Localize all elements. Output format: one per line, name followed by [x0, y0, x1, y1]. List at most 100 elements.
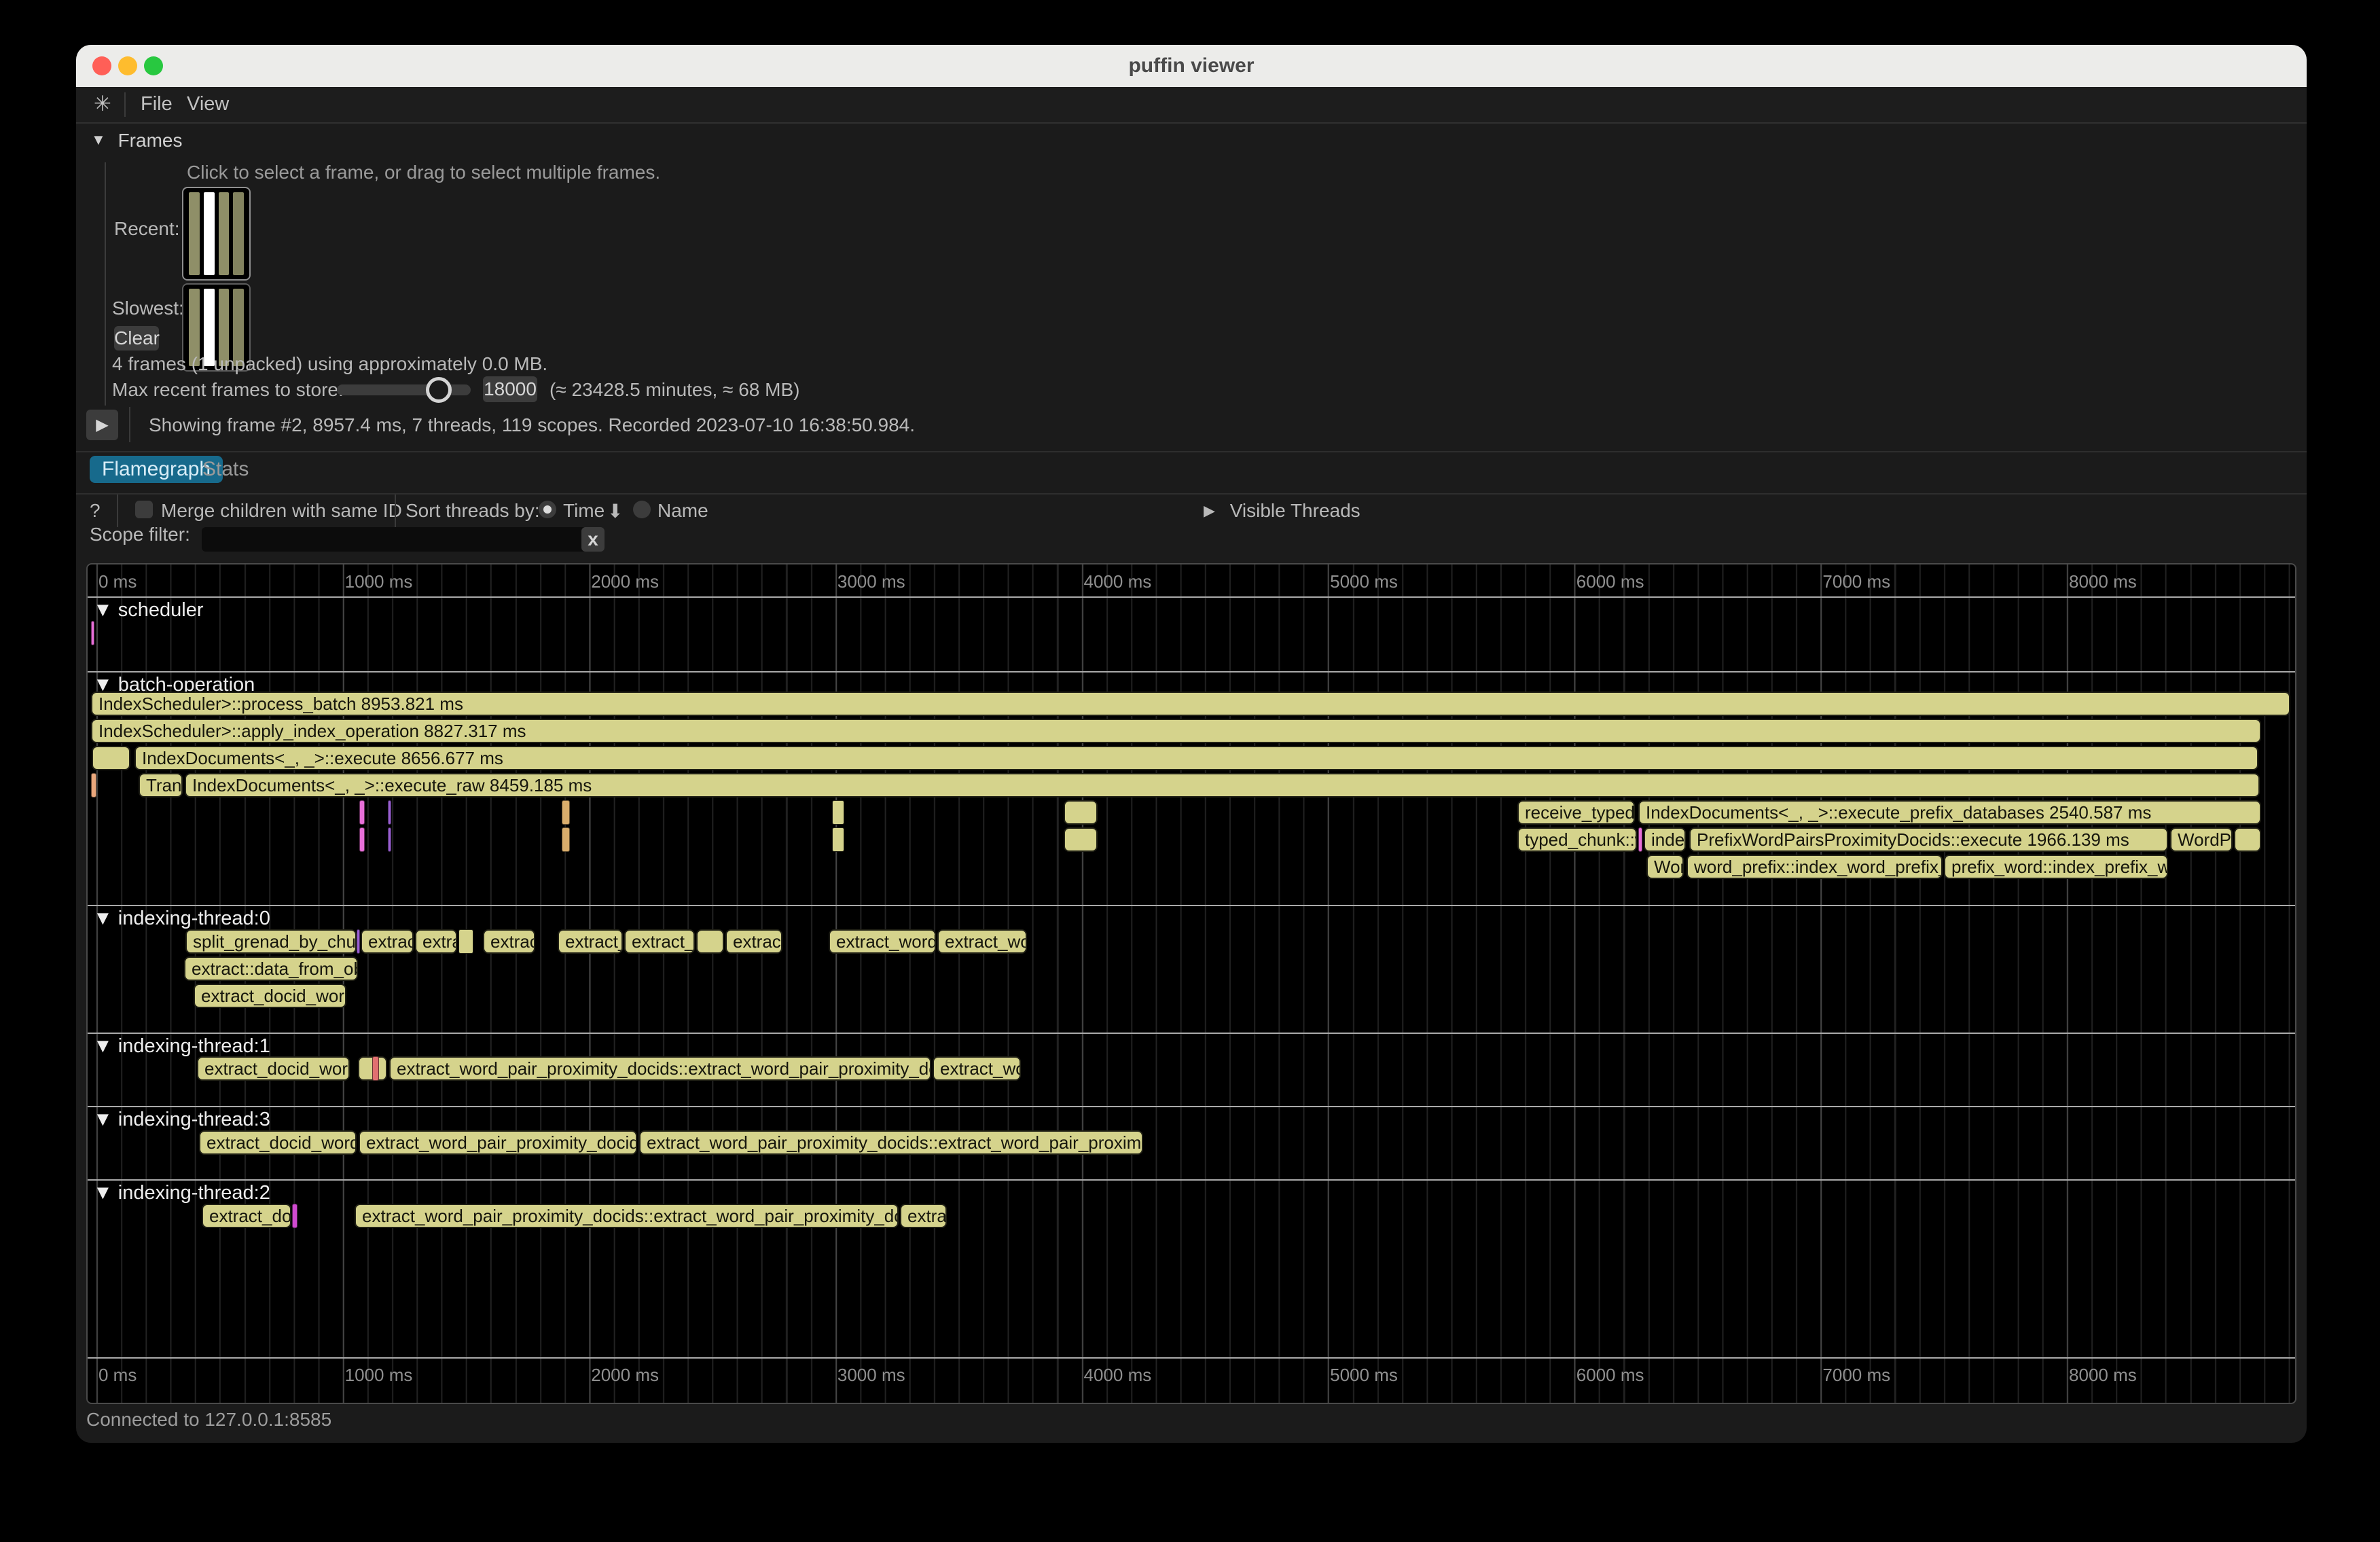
app-window: puffin viewer ✳ File View ▼ Frames Click… — [76, 45, 2307, 1443]
scope-bar[interactable]: extract_ — [624, 929, 695, 954]
scope-bar[interactable] — [357, 929, 360, 954]
tab-stats[interactable]: Stats — [190, 456, 261, 483]
menu-bar: ✳ File View — [76, 87, 2307, 124]
scope-bar[interactable]: extract_ — [558, 929, 623, 954]
scope-bar[interactable] — [1638, 827, 1642, 852]
scope-bar[interactable]: extract_word_pair_proximity_docids::extr… — [389, 1056, 931, 1081]
max-frames-estimate: (≈ 23428.5 minutes, ≈ 68 MB) — [549, 379, 799, 401]
frames-header[interactable]: ▼ Frames — [91, 130, 182, 151]
ruler-tick-label: 8000 ms — [2069, 1365, 2137, 1386]
scope-bar[interactable]: IndexDocuments<_, _>::execute_raw 8459.1… — [185, 773, 2260, 797]
scope-bar[interactable]: receive_typed_ — [1517, 800, 1635, 825]
frame-history-bar[interactable] — [189, 192, 200, 275]
scope-bar[interactable]: PrefixWordPairsProximityDocids::execute … — [1689, 827, 2168, 852]
scope-bar[interactable]: IndexDocuments<_, _>::execute 8656.677 m… — [134, 746, 2258, 770]
section-separator — [88, 596, 2295, 598]
scope-bar[interactable] — [562, 800, 570, 825]
frame-history-bar[interactable] — [233, 192, 244, 275]
scope-bar[interactable]: IndexDocuments<_, _>::execute_prefix_dat… — [1638, 800, 2261, 825]
ruler-tick-label: 7000 ms — [1822, 1365, 1890, 1386]
scope-bar[interactable]: extract_wo — [937, 929, 1027, 954]
scope-bar[interactable] — [696, 929, 724, 954]
sort-time-radio[interactable] — [539, 501, 556, 518]
ruler-tick-label: 0 ms — [98, 1365, 137, 1386]
flamegraph-canvas[interactable]: 0 ms0 ms1000 ms1000 ms2000 ms2000 ms3000… — [86, 563, 2296, 1404]
indent-line — [105, 162, 106, 406]
thread-header[interactable]: ▼ indexing-thread:0 — [93, 908, 270, 930]
ruler-tick-label: 7000 ms — [1822, 571, 1890, 592]
thread-header[interactable]: ▼ scheduler — [93, 599, 204, 622]
scope-bar[interactable]: extract_word_pair_proximity_docids::extr… — [639, 1130, 1143, 1155]
scope-bar[interactable] — [832, 827, 844, 852]
scope-bar[interactable]: prefix_word::index_prefix_wo — [1944, 855, 2168, 879]
scope-bar[interactable]: Word — [1646, 855, 1684, 879]
scope-bar[interactable] — [359, 800, 365, 825]
scope-bar[interactable] — [2234, 827, 2261, 852]
scope-bar[interactable]: Trans — [139, 773, 183, 797]
clear-button[interactable]: Clear — [114, 326, 159, 351]
ruler-tick-label: 2000 ms — [591, 1365, 659, 1386]
merge-children-checkbox[interactable] — [135, 501, 153, 518]
frame-history-bar[interactable] — [204, 192, 215, 275]
max-frames-label: Max recent frames to store: — [112, 379, 344, 401]
scope-bar[interactable]: split_grenad_by_chun — [185, 929, 357, 954]
scope-bar[interactable]: extract_docid_word — [194, 984, 346, 1008]
thread-header[interactable]: ▼ indexing-thread:2 — [93, 1182, 270, 1204]
thread-header[interactable]: ▼ indexing-thread:1 — [93, 1035, 270, 1058]
max-frames-value[interactable]: 18000 — [483, 376, 537, 402]
scope-bar[interactable] — [372, 1056, 379, 1081]
scope-bar[interactable]: extract_wo — [933, 1056, 1021, 1081]
scope-bar[interactable]: index — [1644, 827, 1686, 852]
visible-threads-label: Visible Threads — [1230, 500, 1360, 521]
sort-time-label: Time — [563, 500, 605, 522]
scope-bar[interactable]: extra — [415, 929, 457, 954]
scope-bar[interactable] — [292, 1204, 298, 1228]
slider-knob[interactable] — [426, 377, 452, 403]
scope-bar[interactable] — [388, 827, 391, 852]
scope-bar[interactable] — [91, 621, 94, 645]
scope-bar[interactable] — [388, 800, 391, 825]
scope-bar[interactable] — [92, 746, 130, 770]
scope-bar[interactable] — [359, 827, 365, 852]
menu-file[interactable]: File — [141, 87, 173, 121]
scope-bar[interactable] — [832, 800, 844, 825]
scope-bar[interactable] — [1064, 800, 1098, 825]
scope-bar[interactable] — [458, 929, 473, 954]
title-bar: puffin viewer — [76, 45, 2307, 87]
scope-bar[interactable]: typed_chunk::w — [1517, 827, 1637, 852]
scope-bar[interactable]: extrac — [900, 1204, 947, 1228]
scope-bar[interactable]: extract_docid_word — [199, 1130, 357, 1155]
scope-bar[interactable] — [1064, 827, 1098, 852]
scope-bar[interactable]: extract::data_from_ob — [184, 956, 358, 981]
scope-bar[interactable] — [91, 773, 96, 797]
ruler-tick-label: 4000 ms — [1084, 571, 1152, 592]
play-button[interactable]: ▶ — [86, 410, 118, 440]
scope-bar[interactable]: IndexScheduler>::apply_index_operation 8… — [91, 719, 2261, 743]
sort-direction-arrow-icon[interactable]: ⬇ — [607, 500, 623, 522]
scope-bar[interactable]: WordPr — [2170, 827, 2233, 852]
clear-filter-button[interactable]: x — [581, 527, 605, 552]
visible-threads-header[interactable]: ▶ Visible Threads — [1204, 500, 1360, 522]
help-button[interactable]: ? — [90, 500, 101, 522]
recent-frames-thumbnail[interactable] — [182, 187, 251, 281]
scope-bar[interactable]: extract_doc — [202, 1204, 291, 1228]
frame-history-bar[interactable] — [219, 192, 230, 275]
scope-bar[interactable]: extract_word_pair_proximity_docids::extr… — [355, 1204, 899, 1228]
merge-children-label: Merge children with same ID — [161, 500, 402, 522]
thread-header[interactable]: ▼ indexing-thread:3 — [93, 1109, 270, 1131]
scope-bar[interactable]: word_prefix::index_word_prefix_ — [1687, 855, 1943, 879]
scope-bar[interactable]: extract_word — [829, 929, 936, 954]
scope-bar[interactable]: extract_docid_word — [197, 1056, 350, 1081]
scope-bar[interactable]: extrac — [483, 929, 535, 954]
ruler-tick-label: 5000 ms — [1330, 1365, 1398, 1386]
scope-bar[interactable]: extract — [725, 929, 782, 954]
window-title: puffin viewer — [76, 45, 2307, 87]
sort-name-radio[interactable] — [633, 501, 651, 518]
scope-bar[interactable]: extract_word_pair_proximity_docids — [359, 1130, 637, 1155]
scope-bar[interactable] — [562, 827, 570, 852]
menu-view[interactable]: View — [187, 87, 229, 121]
scope-bar[interactable]: extract — [361, 929, 414, 954]
scope-filter-input[interactable] — [202, 527, 588, 552]
scope-bar[interactable]: IndexScheduler>::process_batch 8953.821 … — [91, 692, 2290, 716]
app-gear-icon[interactable]: ✳ — [94, 87, 111, 121]
